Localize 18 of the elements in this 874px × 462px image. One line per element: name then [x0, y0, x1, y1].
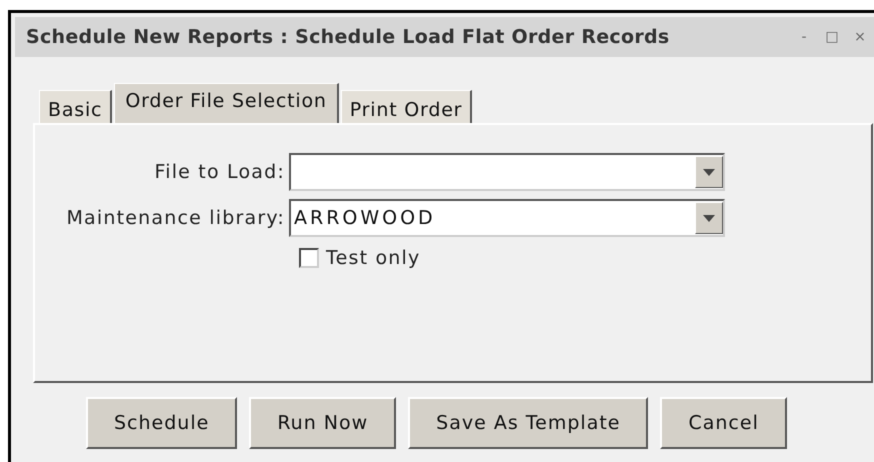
field-label: File to Load: [153, 161, 286, 183]
dropdown-field[interactable]: ARROWOOD [289, 199, 725, 237]
dialog-button[interactable]: Schedule [86, 397, 238, 449]
window-title: Schedule New Reports : Schedule Load Flat Order Records [26, 26, 671, 48]
minimize-button[interactable]: - [790, 29, 818, 45]
maximize-button[interactable]: □ [818, 29, 846, 45]
checkbox[interactable] [299, 248, 319, 268]
field-value: ARROWOOD [293, 207, 436, 229]
dialog-button[interactable]: Cancel [660, 397, 787, 449]
checkbox-label: Test only [326, 247, 420, 269]
dialog-button[interactable]: Run Now [249, 397, 396, 449]
field-label: Maintenance library: [65, 207, 286, 229]
tab[interactable]: Print Order [340, 90, 472, 123]
tab[interactable]: Basic [39, 90, 112, 123]
dropdown-field[interactable] [289, 153, 725, 191]
tab[interactable]: Order File Selection [114, 83, 339, 123]
close-button[interactable]: × [846, 29, 874, 45]
dialog-button[interactable]: Save As Template [408, 397, 648, 449]
